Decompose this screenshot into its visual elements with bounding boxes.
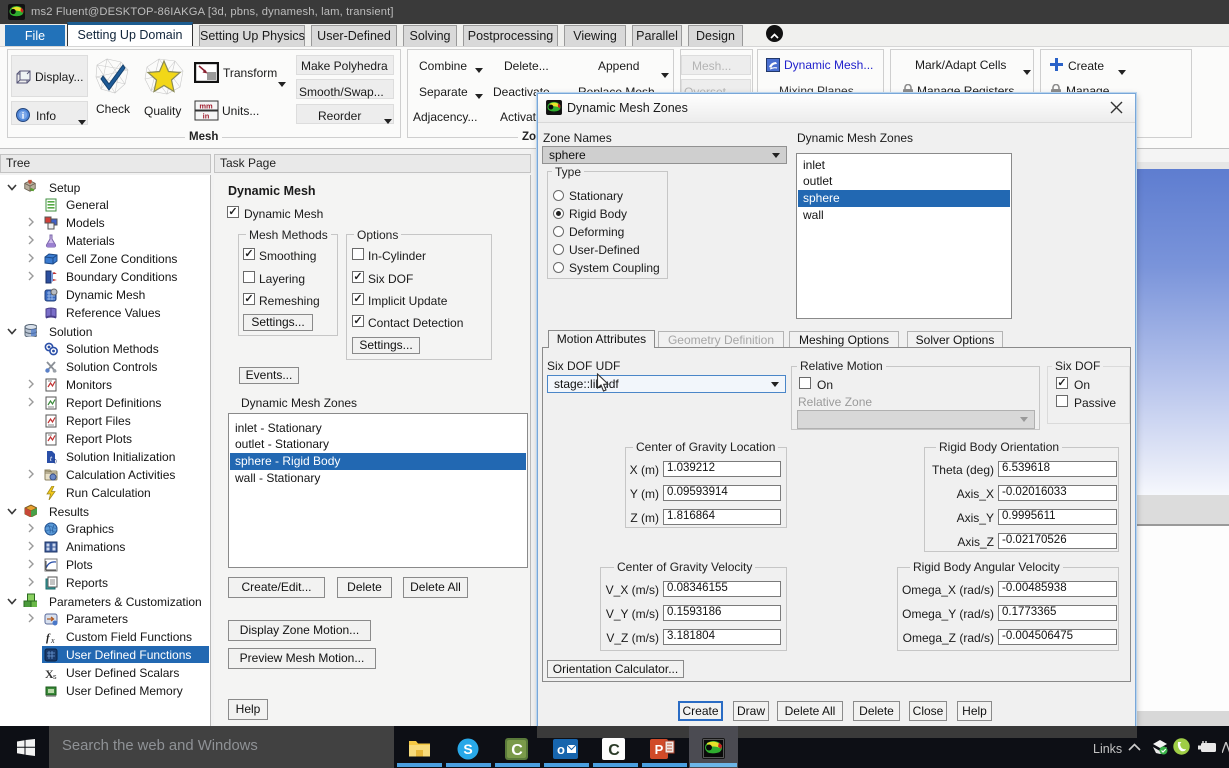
svg-text:P: P	[655, 742, 664, 757]
svg-text:x: x	[50, 636, 55, 644]
svg-text:0: 0	[53, 460, 57, 465]
svg-text:C: C	[608, 742, 620, 759]
svg-text:o: o	[557, 742, 565, 757]
svg-text:C: C	[511, 742, 523, 759]
svg-text:in: in	[203, 112, 210, 121]
svg-text:S: S	[463, 741, 472, 757]
svg-text:s: s	[53, 674, 57, 680]
svg-text:mm: mm	[199, 102, 213, 111]
